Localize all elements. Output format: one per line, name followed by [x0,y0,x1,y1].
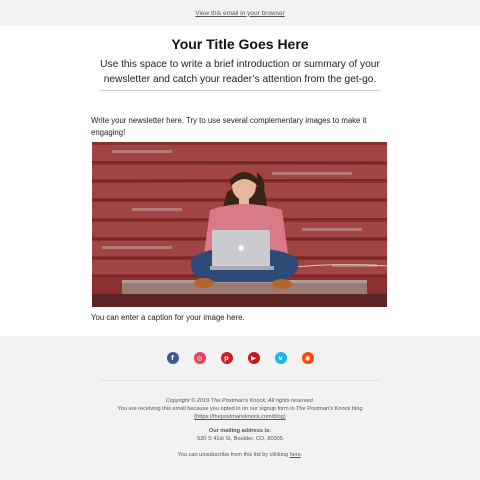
footer: Copyright © 2019 The Postman’s Knock, Al… [0,397,480,459]
footer-divider [100,380,380,381]
facebook-icon[interactable]: f [166,352,179,364]
blog-link[interactable]: (https://thepostmansknock.com/blog) [194,414,285,420]
mailing-address: 520 S 41st St, Boulder, CO, 80305 [197,436,283,442]
divider [100,90,380,91]
signup-reason-text: You are receiving this email because you… [117,406,363,412]
preheader: View this email in your browser [0,0,480,26]
unsubscribe-link[interactable]: here [290,452,301,458]
mailing-address-heading: Our mailing address is: [208,428,272,434]
view-in-browser-link[interactable]: View this email in your browser [195,10,284,17]
page-title: Your Title Goes Here [171,36,309,52]
pinterest-icon[interactable]: p [220,352,233,364]
hero-image [92,142,387,307]
reddit-icon[interactable]: ◉ [301,352,314,364]
copyright-text: Copyright © 2019 The Postman’s Knock, Al… [165,398,315,404]
instagram-icon[interactable]: ◎ [193,352,206,364]
woman-with-laptop-photo [92,142,387,307]
email-content: Your Title Goes Here Use this space to w… [0,26,480,336]
image-caption: You can enter a caption for your image h… [91,313,245,322]
body-text: Write your newsletter here. Try to use s… [91,116,367,137]
unsubscribe-text: You can unsubscribe from this list by cl… [177,452,303,458]
vimeo-icon[interactable]: v [274,352,287,364]
intro-text: Use this space to write a brief introduc… [100,59,380,85]
youtube-icon[interactable]: ▶ [247,352,260,364]
social-links: f ◎ p ▶ v ◉ [0,352,480,364]
